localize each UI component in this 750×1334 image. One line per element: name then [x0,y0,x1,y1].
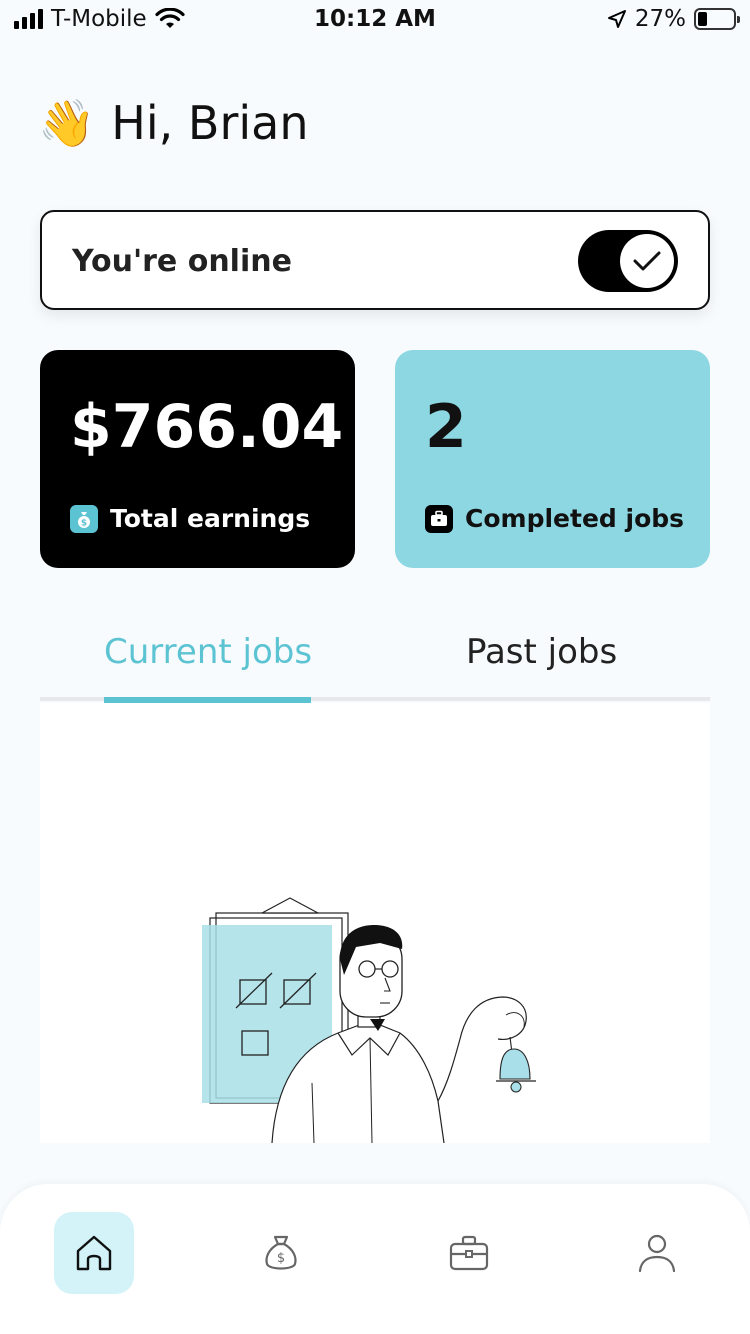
svg-text:$: $ [277,1251,285,1266]
online-status-card: You're online [40,210,710,310]
check-icon [633,251,661,271]
greeting-text: Hi, Brian [111,96,309,150]
online-status-label: You're online [72,244,292,279]
earnings-label: Total earnings [110,504,311,533]
briefcase-icon [425,504,453,533]
money-bag-icon: $ [265,1235,297,1270]
status-bar: T-Mobile 10:12 AM 27% [0,0,750,42]
earnings-card[interactable]: $766.04 $ Total earnings [40,350,355,568]
empty-state-illustration [202,897,536,1143]
user-icon [638,1234,676,1273]
completed-jobs-label: Completed jobs [465,504,685,533]
toggle-knob [620,234,674,288]
tab-current-jobs[interactable]: Current jobs [104,632,312,672]
nav-jobs[interactable] [429,1212,509,1294]
svg-text:$: $ [81,518,87,528]
completed-jobs-label-row: Completed jobs [425,504,684,533]
nav-earnings[interactable]: $ [241,1212,321,1294]
home-icon [76,1235,112,1271]
earnings-value: $766.04 [70,392,344,462]
tab-past-jobs[interactable]: Past jobs [466,632,617,672]
online-toggle[interactable] [578,230,678,292]
waving-hand-icon: 👋 [38,96,96,150]
bottom-nav: $ [0,1184,750,1334]
briefcase-icon [449,1235,489,1271]
location-arrow-icon [607,10,626,28]
earnings-label-row: $ Total earnings [70,504,310,533]
completed-jobs-card[interactable]: 2 Completed jobs [395,350,710,568]
status-right: 27% [607,6,740,32]
nav-home[interactable] [54,1212,134,1294]
battery-percent: 27% [634,6,686,32]
money-bag-icon: $ [70,504,98,533]
battery-icon [694,8,740,30]
screen: T-Mobile 10:12 AM 27% 👋 Hi, Brian You're… [0,0,750,1334]
nav-profile[interactable] [617,1212,697,1294]
completed-jobs-value: 2 [425,392,467,462]
greeting: 👋 Hi, Brian [38,96,309,150]
jobs-content-panel [40,703,710,1143]
battery-fill [698,12,708,26]
